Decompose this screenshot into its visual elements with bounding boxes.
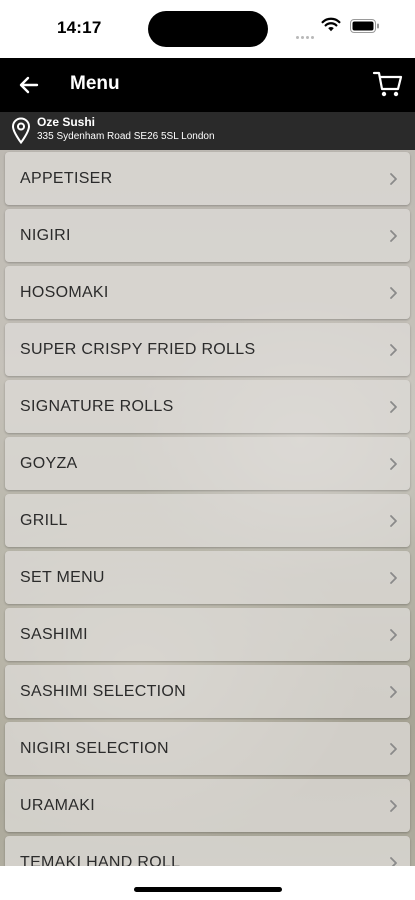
menu-category-item[interactable]: GRILL	[5, 494, 410, 547]
battery-icon	[350, 19, 379, 33]
chevron-right-icon	[390, 287, 397, 299]
menu-category-item[interactable]: APPETISER	[5, 152, 410, 205]
home-indicator[interactable]	[134, 887, 282, 892]
menu-category-label: SASHIMI	[20, 626, 88, 643]
chevron-right-icon	[390, 173, 397, 185]
menu-category-item[interactable]: SIGNATURE ROLLS	[5, 380, 410, 433]
menu-category-item[interactable]: NIGIRI	[5, 209, 410, 262]
menu-category-item[interactable]: SASHIMI	[5, 608, 410, 661]
menu-category-item[interactable]: HOSOMAKI	[5, 266, 410, 319]
shopping-cart-icon	[372, 71, 403, 97]
menu-category-label: GOYZA	[20, 455, 78, 472]
restaurant-address: 335 Sydenham Road SE26 5SL London	[37, 131, 215, 142]
menu-category-item[interactable]: SASHIMI SELECTION	[5, 665, 410, 718]
status-time: 14:17	[57, 18, 102, 37]
chevron-right-icon	[390, 629, 397, 641]
menu-category-label: SIGNATURE ROLLS	[20, 398, 174, 415]
menu-category-label: NIGIRI SELECTION	[20, 740, 169, 757]
cart-button[interactable]	[372, 69, 406, 101]
chevron-right-icon	[390, 515, 397, 527]
chevron-right-icon	[390, 344, 397, 356]
chevron-right-icon	[390, 230, 397, 242]
chevron-right-icon	[390, 857, 397, 866]
bottom-safe-area	[0, 866, 415, 900]
app-header: Menu	[0, 58, 415, 112]
menu-category-label: TEMAKI HAND ROLL	[20, 854, 181, 866]
dynamic-island	[148, 11, 268, 47]
menu-category-list[interactable]: APPETISER NIGIRI HOSOMAKI SUPER CRISPY FRIE…	[0, 150, 415, 866]
back-button[interactable]	[14, 70, 44, 100]
menu-category-item[interactable]: SET MENU	[5, 551, 410, 604]
chevron-right-icon	[390, 572, 397, 584]
menu-category-item[interactable]: SUPER CRISPY FRIED ROLLS	[5, 323, 410, 376]
status-bar: 14:17	[0, 0, 415, 58]
menu-category-item[interactable]: URAMAKI	[5, 779, 410, 832]
chevron-right-icon	[390, 800, 397, 812]
menu-category-label: SET MENU	[20, 569, 105, 586]
menu-category-label: NIGIRI	[20, 227, 71, 244]
wifi-icon	[321, 17, 341, 32]
chevron-right-icon	[390, 458, 397, 470]
restaurant-name: Oze Sushi	[37, 115, 96, 129]
chevron-right-icon	[390, 743, 397, 755]
chevron-right-icon	[390, 686, 397, 698]
page-title: Menu	[70, 73, 120, 94]
arrow-left-icon	[19, 76, 39, 94]
menu-category-item[interactable]: GOYZA	[5, 437, 410, 490]
menu-category-item[interactable]: TEMAKI HAND ROLL	[5, 836, 410, 866]
cellular-signal-icon	[296, 26, 316, 39]
menu-category-label: SASHIMI SELECTION	[20, 683, 187, 700]
menu-category-label: APPETISER	[20, 170, 113, 187]
map-pin-icon	[11, 117, 31, 145]
chevron-right-icon	[390, 401, 397, 413]
menu-category-label: HOSOMAKI	[20, 284, 109, 301]
menu-category-label: SUPER CRISPY FRIED ROLLS	[20, 341, 256, 358]
menu-category-label: URAMAKI	[20, 797, 95, 814]
location-bar: Oze Sushi 335 Sydenham Road SE26 5SL Lon…	[0, 112, 415, 150]
menu-category-label: GRILL	[20, 512, 68, 529]
menu-category-item[interactable]: NIGIRI SELECTION	[5, 722, 410, 775]
